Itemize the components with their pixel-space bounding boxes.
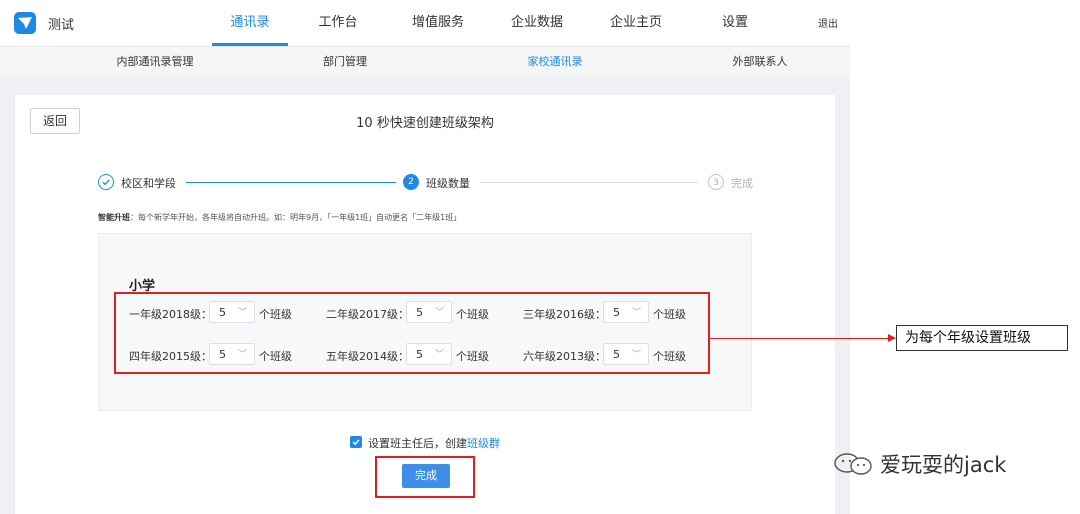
class-group-link[interactable]: 班级群	[467, 437, 500, 450]
step-2-number: 2	[403, 174, 419, 190]
create-class-group-label: 设置班主任后，创建班级群	[368, 435, 500, 451]
nav-tab-contacts[interactable]: 通讯录	[212, 0, 288, 46]
watermark: 爱玩耍的jack	[832, 449, 1006, 482]
hint-text: ：每个新学年开始，各年级将自动升班。如：明年9月，「一年级1班」自动更名「二年级…	[130, 213, 462, 222]
page-title: 10 秒快速创建班级架构	[356, 116, 494, 131]
step-2-label: 班级数量	[426, 177, 470, 190]
app-logo-icon	[14, 12, 36, 34]
annotation-callout: 为每个年级设置班级	[896, 325, 1068, 351]
app-name: 测试	[48, 18, 75, 33]
done-button[interactable]: 完成	[402, 464, 450, 488]
subnav-school-contacts[interactable]: 家校通讯录	[505, 47, 605, 77]
subnav-department[interactable]: 部门管理	[300, 47, 390, 77]
annotation-arrow-line	[709, 338, 891, 339]
subnav-external-contacts[interactable]: 外部联系人	[710, 47, 810, 77]
nav-tab-settings[interactable]: 设置	[707, 0, 763, 46]
step-3-label: 完成	[731, 177, 753, 190]
watermark-text: 爱玩耍的jack	[880, 453, 1007, 477]
nav-tab-enterprise-data[interactable]: 企业数据	[497, 0, 577, 46]
annotation-arrow-head-icon	[888, 334, 896, 342]
nav-tab-value-added[interactable]: 增值服务	[398, 0, 478, 46]
checkbox-text: 设置班主任后，创建	[368, 437, 467, 450]
step-connector-1	[186, 182, 396, 183]
step-1-check-icon	[98, 174, 114, 190]
top-nav-bar: 测试 通讯录 工作台 增值服务 企业数据 企业主页 设置 退出	[0, 0, 850, 47]
step-1-label: 校区和学段	[121, 177, 176, 190]
auto-promotion-hint: 智能升班：每个新学年开始，各年级将自动升班。如：明年9月，「一年级1班」自动更名…	[98, 212, 461, 223]
wechat-icon	[832, 451, 876, 482]
sub-nav-bar: 内部通讯录管理 部门管理 家校通讯录 外部联系人	[0, 47, 850, 77]
step-3-number: 3	[708, 174, 724, 190]
grades-highlight-box	[114, 292, 710, 374]
hint-title: 智能升班	[98, 213, 130, 222]
nav-tab-enterprise-home[interactable]: 企业主页	[596, 0, 676, 46]
nav-tab-workbench[interactable]: 工作台	[305, 0, 371, 46]
logout-link[interactable]: 退出	[818, 15, 838, 30]
create-class-group-checkbox[interactable]	[350, 436, 362, 448]
step-connector-2	[480, 182, 698, 183]
subnav-internal-contacts[interactable]: 内部通讯录管理	[100, 47, 210, 77]
